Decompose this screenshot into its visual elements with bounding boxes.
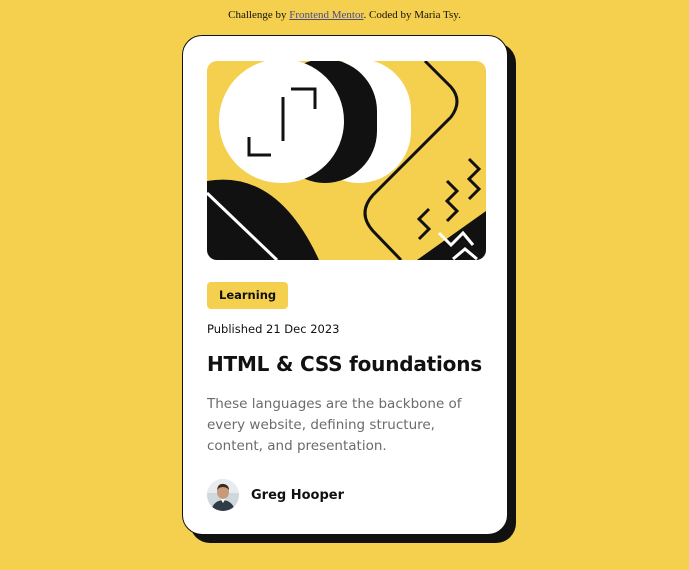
blog-preview-card: Learning Published 21 Dec 2023 HTML & CS… <box>182 35 508 535</box>
category-tag: Learning <box>207 282 289 309</box>
card-description: These languages are the backbone of ever… <box>207 396 462 454</box>
publish-date: Published 21 Dec 2023 <box>207 322 340 336</box>
attribution: Challenge by Frontend Mentor. Coded by M… <box>0 9 689 21</box>
abstract-illustration-icon <box>207 61 486 260</box>
author: Greg Hooper <box>207 479 344 511</box>
card-title[interactable]: HTML & CSS foundations <box>207 352 482 376</box>
person-avatar-icon <box>207 479 239 511</box>
hero-illustration <box>207 61 486 260</box>
attribution-prefix: Challenge by <box>228 9 290 21</box>
attribution-suffix: . Coded by Maria Tsy. <box>363 9 461 21</box>
frontend-mentor-link[interactable]: Frontend Mentor <box>289 9 363 21</box>
author-name[interactable]: Greg Hooper <box>251 488 344 503</box>
